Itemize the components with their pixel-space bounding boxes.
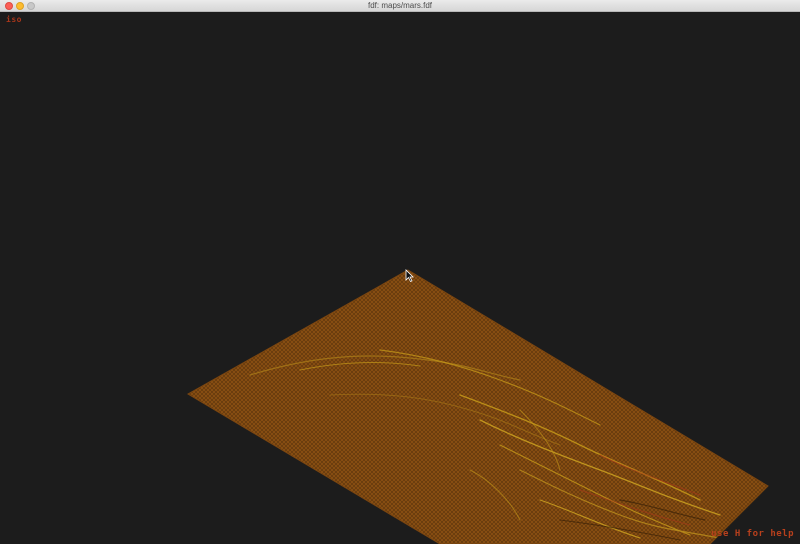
wireframe-map[interactable] — [0, 0, 800, 544]
terrain-surface — [187, 269, 769, 544]
projection-label: iso — [6, 15, 22, 24]
app-window: fdf: maps/mars.fdf iso use H for help — [0, 0, 800, 544]
help-hint: use H for help — [711, 529, 794, 539]
